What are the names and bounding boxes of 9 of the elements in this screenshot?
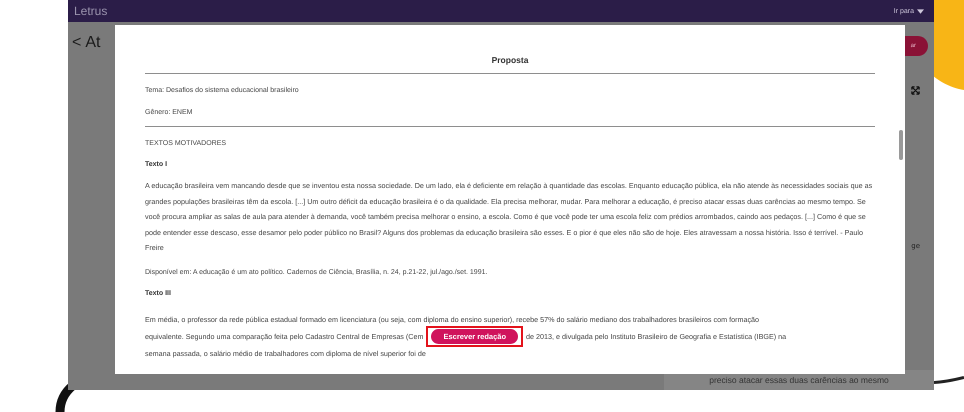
back-link[interactable]: < — [72, 34, 82, 52]
curve-line — [934, 376, 964, 384]
card-text: preciso atacar essas duas carências ao mesmo — [709, 375, 889, 385]
scrollbar[interactable] — [899, 130, 903, 160]
page-title: At — [85, 34, 100, 52]
app-logo[interactable]: Letrus — [74, 4, 108, 18]
expand-icon[interactable] — [911, 86, 920, 95]
dialog-title: Proposta — [490, 55, 530, 65]
caret-icon — [917, 8, 924, 14]
